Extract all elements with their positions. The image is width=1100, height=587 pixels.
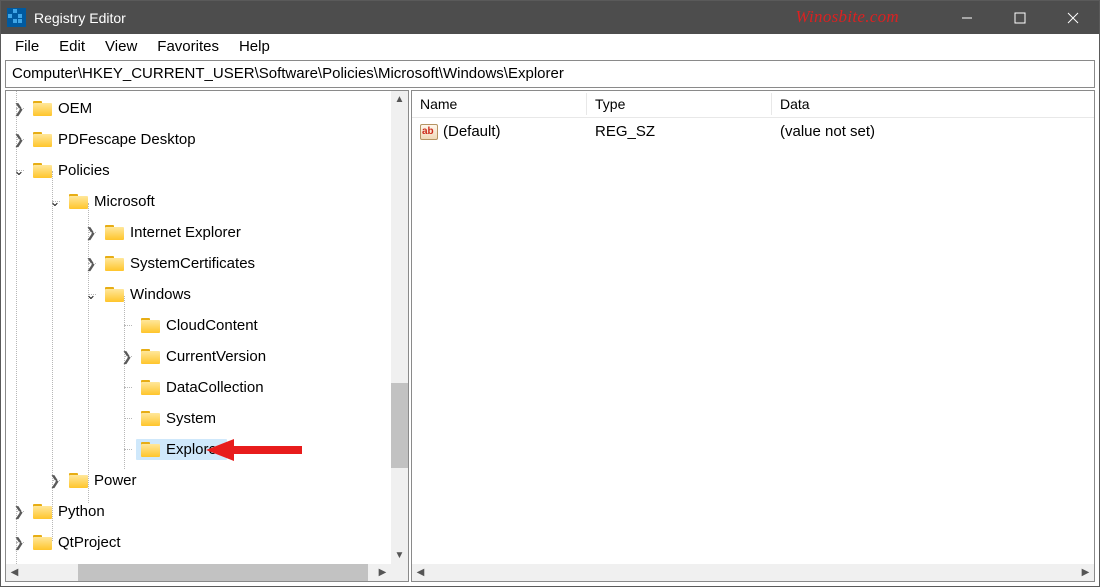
tree-item-oem[interactable]: ❯ OEM — [6, 93, 391, 124]
folder-icon — [33, 101, 52, 116]
tree-item-label: Python — [58, 503, 105, 520]
address-bar[interactable]: Computer\HKEY_CURRENT_USER\Software\Poli… — [5, 60, 1095, 88]
tree-item-explorer[interactable]: Explorer — [6, 434, 391, 465]
folder-icon — [105, 287, 124, 302]
tree-item-label: Power — [94, 472, 137, 489]
folder-icon — [141, 411, 160, 426]
scroll-thumb[interactable] — [391, 383, 408, 468]
tree-item-label: PDFescape Desktop — [58, 131, 196, 148]
scroll-thumb[interactable] — [78, 564, 368, 581]
col-header-type[interactable]: Type — [587, 93, 772, 115]
tree-item-label: Windows — [130, 286, 191, 303]
scroll-left-button[interactable]: ◀ — [412, 564, 429, 581]
window-title: Registry Editor — [34, 10, 126, 26]
close-button[interactable] — [1046, 1, 1099, 34]
close-icon — [1067, 12, 1079, 24]
tree-horizontal-scrollbar[interactable]: ◀ ▶ — [6, 564, 408, 581]
scroll-left-button[interactable]: ◀ — [6, 564, 23, 581]
scroll-track[interactable] — [23, 564, 374, 581]
folder-icon — [141, 318, 160, 333]
values-list[interactable]: Name Type Data (Default) REG_SZ — [412, 91, 1094, 564]
maximize-button[interactable] — [993, 1, 1046, 34]
tree-item-python[interactable]: ❯ Python — [6, 496, 391, 527]
window-controls — [940, 1, 1099, 34]
folder-icon — [69, 194, 88, 209]
minimize-icon — [961, 12, 973, 24]
col-header-name[interactable]: Name — [412, 93, 587, 115]
registry-editor-window: Registry Editor Winosbite.com File Edit … — [0, 0, 1100, 587]
value-data: (value not set) — [780, 123, 875, 140]
scroll-track[interactable] — [429, 564, 1077, 581]
tree-item-label: QtProject — [58, 534, 121, 551]
body-panes: ❯ OEM ❯ PDFescape Desktop ⌄ Policies — [5, 90, 1095, 582]
tree-item-label: SystemCertificates — [130, 255, 255, 272]
tree-item-system[interactable]: System — [6, 403, 391, 434]
tree-item-label: CurrentVersion — [166, 348, 266, 365]
menu-file[interactable]: File — [5, 36, 49, 57]
scroll-right-button[interactable]: ▶ — [374, 564, 391, 581]
chevron-down-icon[interactable]: ⌄ — [82, 287, 100, 303]
menu-favorites[interactable]: Favorites — [147, 36, 229, 57]
list-header: Name Type Data — [412, 91, 1094, 118]
list-row[interactable]: (Default) REG_SZ (value not set) — [412, 118, 1094, 145]
tree-item-windows[interactable]: ⌄ Windows — [6, 279, 391, 310]
tree-item-policies[interactable]: ⌄ Policies — [6, 155, 391, 186]
tree-item-microsoft[interactable]: ⌄ Microsoft — [6, 186, 391, 217]
chevron-down-icon[interactable]: ⌄ — [10, 163, 28, 179]
tree-item-label: Microsoft — [94, 193, 155, 210]
folder-icon — [69, 473, 88, 488]
tree-item-label: CloudContent — [166, 317, 258, 334]
scroll-up-button[interactable]: ▲ — [391, 91, 408, 108]
scroll-corner — [391, 564, 408, 581]
tree-item-label: DataCollection — [166, 379, 264, 396]
tree-item-label: Internet Explorer — [130, 224, 241, 241]
tree-pane: ❯ OEM ❯ PDFescape Desktop ⌄ Policies — [5, 90, 409, 582]
list-horizontal-scrollbar[interactable]: ◀ ▶ — [412, 564, 1094, 581]
scroll-down-button[interactable]: ▼ — [391, 547, 408, 564]
tree-item-label: System — [166, 410, 216, 427]
watermark-text: Winosbite.com — [795, 7, 899, 27]
tree-item-power[interactable]: ❯ Power — [6, 465, 391, 496]
tree-item-system-certificates[interactable]: ❯ SystemCertificates — [6, 248, 391, 279]
tree-item-data-collection[interactable]: DataCollection — [6, 372, 391, 403]
folder-icon — [33, 163, 52, 178]
tree-item-label: OEM — [58, 100, 92, 117]
menu-view[interactable]: View — [95, 36, 147, 57]
tree-item-current-version[interactable]: ❯ CurrentVersion — [6, 341, 391, 372]
folder-icon — [141, 380, 160, 395]
maximize-icon — [1014, 12, 1026, 24]
folder-icon — [33, 535, 52, 550]
menu-help[interactable]: Help — [229, 36, 280, 57]
folder-icon — [33, 132, 52, 147]
tree-item-cloud-content[interactable]: CloudContent — [6, 310, 391, 341]
registry-tree[interactable]: ❯ OEM ❯ PDFescape Desktop ⌄ Policies — [6, 91, 391, 564]
folder-icon — [141, 349, 160, 364]
tree-item-pdfescape[interactable]: ❯ PDFescape Desktop — [6, 124, 391, 155]
values-pane: Name Type Data (Default) REG_SZ — [411, 90, 1095, 582]
regedit-icon — [7, 8, 26, 27]
menubar: File Edit View Favorites Help — [1, 34, 1099, 60]
tree-item-label: Explorer — [166, 441, 222, 458]
folder-icon — [105, 225, 124, 240]
tree-item-internet-explorer[interactable]: ❯ Internet Explorer — [6, 217, 391, 248]
scroll-right-button[interactable]: ▶ — [1077, 564, 1094, 581]
list-rows: (Default) REG_SZ (value not set) — [412, 118, 1094, 145]
chevron-down-icon[interactable]: ⌄ — [46, 194, 64, 210]
scroll-track[interactable] — [391, 108, 408, 547]
col-header-data[interactable]: Data — [772, 93, 1094, 115]
value-name: (Default) — [443, 123, 501, 140]
value-type: REG_SZ — [595, 123, 655, 140]
menu-edit[interactable]: Edit — [49, 36, 95, 57]
folder-icon — [33, 504, 52, 519]
string-value-icon — [420, 124, 438, 140]
tree-vertical-scrollbar[interactable]: ▲ ▼ — [391, 91, 408, 564]
titlebar[interactable]: Registry Editor Winosbite.com — [1, 1, 1099, 34]
folder-icon — [105, 256, 124, 271]
tree-item-label: Policies — [58, 162, 110, 179]
tree-item-qtproject[interactable]: ❯ QtProject — [6, 527, 391, 558]
folder-icon — [141, 442, 160, 457]
minimize-button[interactable] — [940, 1, 993, 34]
